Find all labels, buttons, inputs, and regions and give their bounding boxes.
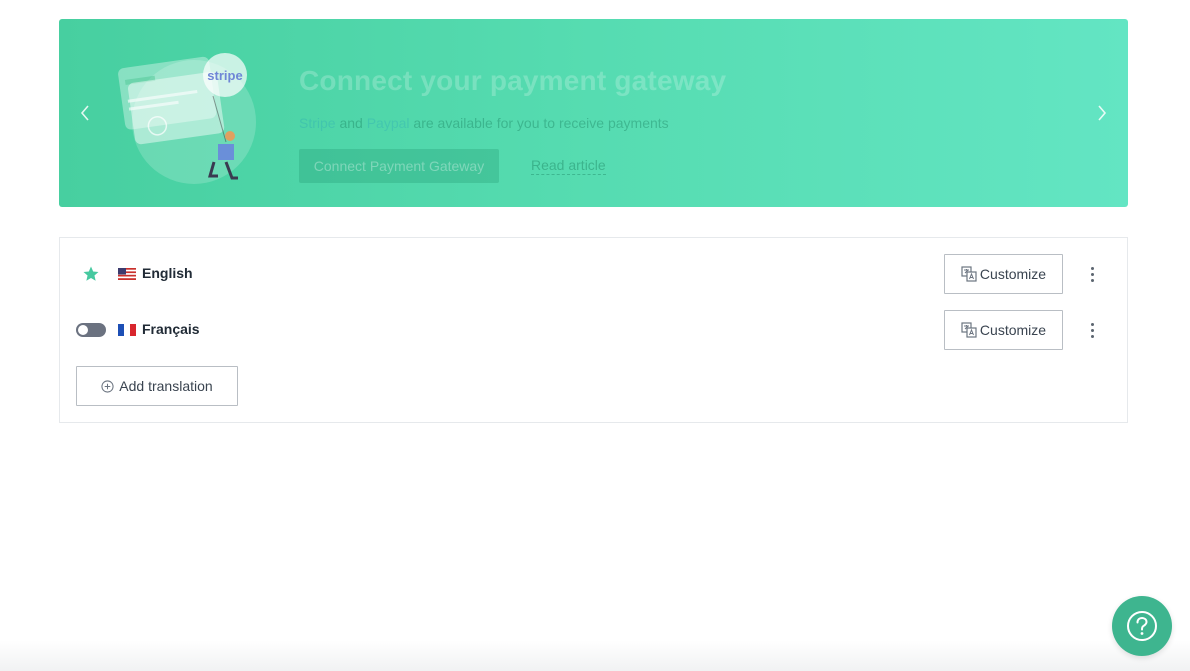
more-options-button[interactable] bbox=[1082, 262, 1102, 286]
star-icon bbox=[83, 266, 99, 281]
kebab-dot bbox=[1090, 272, 1094, 276]
question-icon bbox=[1127, 611, 1157, 641]
more-options-button[interactable] bbox=[1082, 318, 1102, 342]
translate-icon bbox=[961, 266, 977, 282]
fr-flag-icon bbox=[118, 324, 136, 336]
subtitle-rest: are available for you to receive payment… bbox=[409, 115, 669, 131]
promo-banner: stripe Connect your payment gateway Stri… bbox=[59, 19, 1128, 207]
connect-gateway-button[interactable]: Connect Payment Gateway bbox=[299, 149, 499, 183]
language-name: English bbox=[142, 265, 193, 281]
chevron-right-icon bbox=[1098, 105, 1107, 121]
stripe-link[interactable]: Stripe bbox=[299, 115, 336, 131]
stripe-logo: stripe bbox=[207, 68, 242, 83]
language-row-francais: Français Customize bbox=[60, 310, 1127, 350]
read-article-link[interactable]: Read article bbox=[531, 157, 606, 175]
page: stripe Connect your payment gateway Stri… bbox=[0, 0, 1190, 671]
subtitle-and: and bbox=[335, 115, 367, 131]
languages-card: English Customize Français Customize Add… bbox=[59, 237, 1128, 423]
customize-button[interactable]: Customize bbox=[944, 254, 1063, 294]
language-row-english: English Customize bbox=[60, 254, 1127, 294]
default-language-star bbox=[76, 262, 108, 286]
kebab-dot bbox=[1090, 328, 1094, 332]
banner-prev-button[interactable] bbox=[73, 101, 97, 125]
help-button[interactable] bbox=[1112, 596, 1172, 656]
customize-button[interactable]: Customize bbox=[944, 310, 1063, 350]
banner-subtitle: Stripe and Paypal are available for you … bbox=[299, 115, 669, 131]
language-name: Français bbox=[142, 321, 200, 337]
add-translation-button[interactable]: Add translation bbox=[76, 366, 238, 406]
kebab-dot bbox=[1090, 278, 1094, 282]
paypal-link[interactable]: Paypal bbox=[367, 115, 410, 131]
bottom-fade bbox=[0, 640, 1190, 671]
banner-title: Connect your payment gateway bbox=[299, 65, 727, 96]
toggle-switch[interactable] bbox=[76, 323, 106, 337]
translate-icon bbox=[961, 322, 977, 338]
kebab-dot bbox=[1090, 266, 1094, 270]
kebab-dot bbox=[1090, 334, 1094, 338]
customize-label: Customize bbox=[979, 266, 1047, 282]
add-translation-label: Add translation bbox=[119, 378, 213, 394]
plus-circle-icon bbox=[101, 379, 114, 393]
banner-next-button[interactable] bbox=[1090, 101, 1114, 125]
language-toggle[interactable] bbox=[76, 318, 108, 342]
us-flag-icon bbox=[118, 268, 136, 280]
payment-illustration: stripe bbox=[118, 53, 256, 184]
kebab-dot bbox=[1090, 322, 1094, 326]
chevron-left-icon bbox=[80, 105, 89, 121]
customize-label: Customize bbox=[979, 322, 1047, 338]
